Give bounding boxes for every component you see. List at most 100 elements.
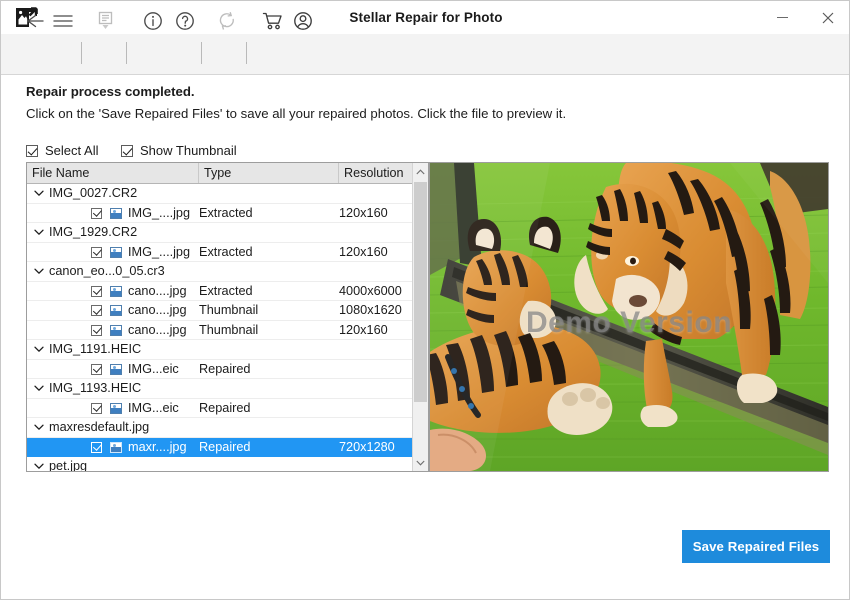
cell-type: Extracted (199, 243, 253, 263)
row-checkbox[interactable] (91, 364, 102, 375)
select-all-label: Select All (45, 143, 98, 158)
chevron-down-icon[interactable] (32, 340, 46, 360)
checkbox-box (26, 145, 38, 157)
cell-file-name: cano....jpg (128, 301, 187, 321)
back-arrow-icon[interactable] (20, 7, 48, 35)
table-row[interactable]: IMG_....jpg Extracted 120x160 (27, 204, 414, 224)
title-bar: Stellar Repair for Photo (1, 1, 850, 34)
show-thumbnail-label: Show Thumbnail (140, 143, 237, 158)
column-header-file-name[interactable]: File Name (27, 163, 199, 183)
cell-file-name: IMG...eic (128, 360, 179, 380)
cell-resolution: 4000x6000 (339, 282, 402, 302)
cell-resolution: 1080x1620 (339, 301, 402, 321)
image-file-icon (110, 305, 122, 316)
group-file-name: IMG_0027.CR2 (49, 184, 137, 204)
table-row[interactable]: IMG...eic Repaired (27, 399, 414, 419)
cell-type: Thumbnail (199, 301, 258, 321)
table-row[interactable]: IMG_0027.CR2 (27, 184, 414, 204)
table-row[interactable]: IMG_1191.HEIC (27, 340, 414, 360)
cell-file-name: IMG_....jpg (128, 204, 190, 224)
scroll-down-button[interactable] (413, 454, 428, 471)
chevron-down-icon[interactable] (32, 262, 46, 282)
cell-file-name: maxr....jpg (128, 438, 187, 458)
cell-file-name: IMG...eic (128, 399, 179, 419)
cell-type: Extracted (199, 204, 253, 224)
preview-image (430, 163, 828, 471)
table-row[interactable]: IMG...eic Repaired (27, 360, 414, 380)
file-list-body[interactable]: IMG_0027.CR2IMG_....jpgExtracted120x160I… (27, 184, 414, 472)
cell-file-name: IMG_....jpg (128, 243, 190, 263)
cell-type: Repaired (199, 438, 251, 458)
row-checkbox[interactable] (91, 286, 102, 297)
close-button[interactable] (805, 1, 850, 34)
status-message: Repair process completed. (26, 84, 195, 99)
scrollbar-thumb[interactable] (414, 182, 427, 402)
table-row[interactable]: cano....jpgThumbnail120x160 (27, 321, 414, 341)
chevron-down-icon[interactable] (32, 418, 46, 438)
file-list-header: File Name Type Resolution (27, 163, 428, 184)
group-file-name: pet.jpg (49, 457, 87, 472)
cell-resolution: 120x160 (339, 321, 388, 341)
table-row[interactable]: IMG_....jpg Extracted 120x160 (27, 243, 414, 263)
group-file-name: IMG_1193.HEIC (49, 379, 141, 399)
table-row[interactable]: maxr....jpg Repaired 720x1280 (27, 438, 414, 458)
shopping-cart-icon[interactable] (259, 7, 287, 35)
toolbar-separator (201, 42, 202, 64)
table-row[interactable]: cano....jpg Extracted 4000x6000 (27, 282, 414, 302)
image-file-icon (110, 442, 122, 453)
row-checkbox[interactable] (91, 403, 102, 414)
image-preview-panel[interactable]: Demo Version (429, 162, 829, 472)
log-report-icon[interactable] (92, 7, 120, 35)
row-checkbox[interactable] (91, 442, 102, 453)
scroll-up-button[interactable] (413, 163, 428, 180)
file-list-panel: File Name Type Resolution IMG_0027.CR2IM… (26, 162, 429, 472)
cell-file-name: cano....jpg (128, 282, 187, 302)
image-file-icon (110, 247, 122, 258)
row-checkbox[interactable] (91, 208, 102, 219)
window-title: Stellar Repair for Photo (1, 1, 850, 34)
cell-resolution: 720x1280 (339, 438, 395, 458)
table-row[interactable]: cano....jpg Thumbnail 1080x1620 (27, 301, 414, 321)
cell-type: Extracted (199, 282, 253, 302)
cell-type: Repaired (199, 399, 251, 419)
row-checkbox[interactable] (91, 325, 102, 336)
user-account-icon[interactable] (289, 7, 317, 35)
info-icon[interactable] (139, 7, 167, 35)
group-file-name: canon_eo...0_05.cr3 (49, 262, 165, 282)
chevron-down-icon[interactable] (32, 184, 46, 204)
help-icon[interactable] (171, 7, 199, 35)
chevron-down-icon[interactable] (32, 379, 46, 399)
image-file-icon (110, 286, 122, 297)
chevron-down-icon[interactable] (32, 223, 46, 243)
table-row[interactable]: maxresdefault.jpg (27, 418, 414, 438)
group-file-name: IMG_1191.HEIC (49, 340, 141, 360)
table-row[interactable]: pet.jpg (27, 457, 414, 472)
toolbar-separator (126, 42, 127, 64)
column-header-type[interactable]: Type (199, 163, 339, 183)
hamburger-menu-icon[interactable] (49, 7, 77, 35)
toolbar (1, 34, 850, 75)
row-checkbox[interactable] (91, 305, 102, 316)
minimize-button[interactable] (759, 1, 805, 34)
file-list-scrollbar[interactable] (412, 163, 428, 471)
row-checkbox[interactable] (91, 247, 102, 258)
table-row[interactable]: IMG_1193.HEIC (27, 379, 414, 399)
checkbox-box (121, 145, 133, 157)
group-file-name: IMG_1929.CR2 (49, 223, 137, 243)
group-file-name: maxresdefault.jpg (49, 418, 149, 438)
image-file-icon (110, 208, 122, 219)
column-header-resolution[interactable]: Resolution (339, 163, 414, 183)
chevron-down-icon[interactable] (32, 457, 46, 472)
cell-resolution: 120x160 (339, 243, 388, 263)
save-repaired-files-button[interactable]: Save Repaired Files (682, 530, 830, 563)
image-file-icon (110, 403, 122, 414)
select-all-checkbox[interactable]: Select All (26, 143, 98, 158)
cell-resolution: 120x160 (339, 204, 388, 224)
refresh-icon[interactable] (213, 7, 241, 35)
image-file-icon (110, 325, 122, 336)
image-file-icon (110, 364, 122, 375)
table-row[interactable]: IMG_1929.CR2 (27, 223, 414, 243)
cell-type: Repaired (199, 360, 251, 380)
show-thumbnail-checkbox[interactable]: Show Thumbnail (121, 143, 237, 158)
table-row[interactable]: canon_eo...0_05.cr3 (27, 262, 414, 282)
